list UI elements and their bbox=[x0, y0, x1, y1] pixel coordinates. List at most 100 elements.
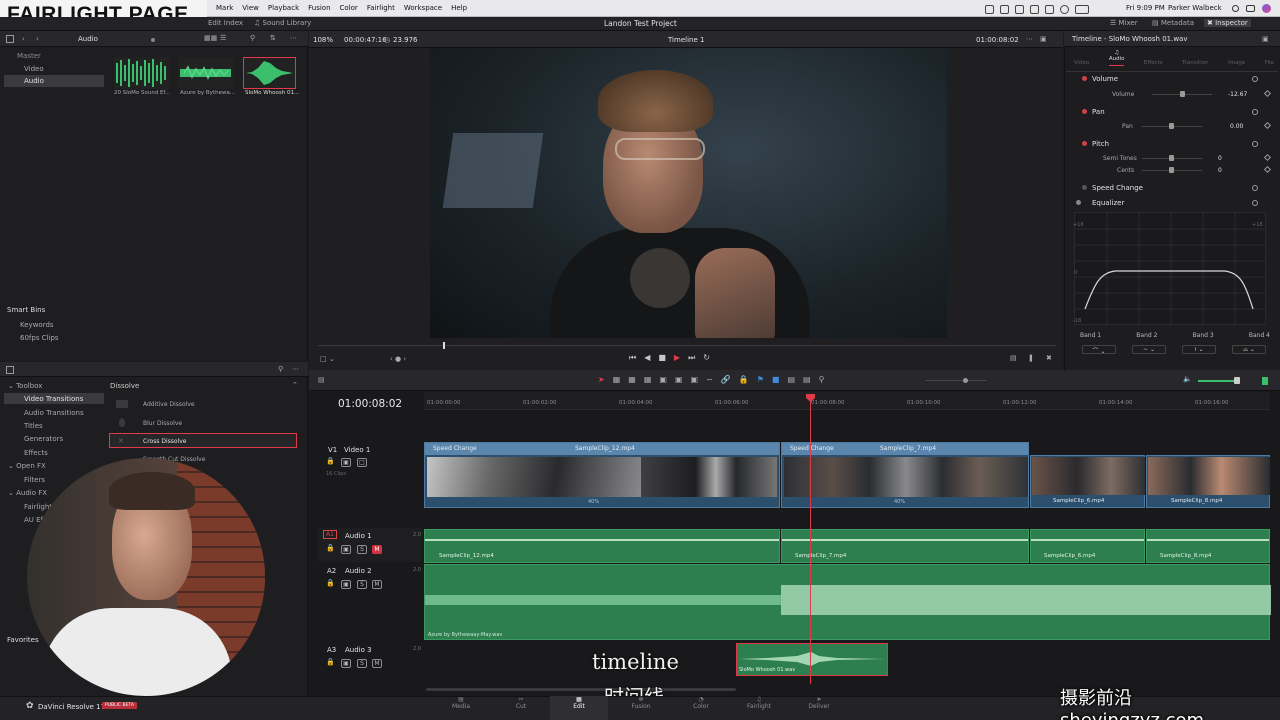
snapping-icon[interactable]: ∽ bbox=[706, 375, 713, 384]
timeline-zoom-knob[interactable] bbox=[963, 378, 968, 383]
menu-fairlight[interactable]: Fairlight bbox=[367, 0, 395, 17]
pan-section[interactable]: Pan Pan 0.00 bbox=[1066, 106, 1278, 134]
thumbnail-view-icon[interactable]: ▦▦ bbox=[204, 34, 217, 42]
equalizer-dot[interactable] bbox=[1076, 200, 1081, 205]
menu-mark[interactable]: Mark bbox=[216, 0, 233, 17]
media-clip-2[interactable] bbox=[178, 57, 233, 89]
tree-video-transitions[interactable]: Video Transitions bbox=[24, 395, 83, 403]
audio-clip-a3-selected[interactable]: SloMo Whoosh 01.wav bbox=[736, 643, 888, 676]
a1-track-name[interactable]: Audio 1 bbox=[345, 532, 372, 540]
viewer-video-frame[interactable] bbox=[430, 48, 947, 338]
a2-lock-icon[interactable]: 🔒 bbox=[326, 579, 335, 587]
pan-slider-knob[interactable] bbox=[1169, 123, 1174, 129]
viewer-scrub-head[interactable] bbox=[443, 342, 445, 349]
position-lock-icon[interactable]: 🔒 bbox=[739, 375, 749, 384]
video-clip-2[interactable]: Speed Change SampleClip_7.mp4 40% bbox=[781, 442, 1029, 508]
a3-solo-button[interactable]: S bbox=[357, 659, 367, 668]
v1-auto-select-button[interactable]: ▣ bbox=[341, 458, 351, 467]
a1-solo-button[interactable]: S bbox=[357, 545, 367, 554]
audio-clip-a1-4[interactable]: SampleClip_8.mp4 bbox=[1146, 529, 1270, 563]
menu-help[interactable]: Help bbox=[451, 0, 467, 17]
video-clip-1[interactable]: Speed Change SampleClip_12.mp4 40% bbox=[424, 442, 780, 508]
a3-mute-button[interactable]: M bbox=[372, 659, 382, 668]
eq-band-1[interactable]: Band 1 bbox=[1080, 332, 1101, 339]
play-reverse-icon[interactable]: ◀ bbox=[644, 353, 650, 363]
timeline-timecode[interactable]: 01:00:08:02 bbox=[338, 398, 402, 410]
a3-auto-select-button[interactable]: ▣ bbox=[341, 659, 351, 668]
selection-tool-icon[interactable]: ➤ bbox=[598, 375, 605, 384]
mark-out-icon[interactable]: ✖ bbox=[1046, 354, 1052, 362]
edit-index-button[interactable]: Edit Index bbox=[208, 19, 243, 27]
menu-fusion[interactable]: Fusion bbox=[308, 0, 330, 17]
tab-transition[interactable]: Transition bbox=[1182, 50, 1209, 66]
v1-track-name[interactable]: Video 1 bbox=[344, 446, 370, 454]
a1-track-id[interactable]: A1 bbox=[323, 530, 337, 539]
eq-band-3[interactable]: Band 3 bbox=[1193, 332, 1214, 339]
bin-audio-selected[interactable] bbox=[4, 75, 104, 87]
speed-change-section[interactable]: Speed Change bbox=[1066, 182, 1278, 194]
page-cut[interactable]: ✂ Cut bbox=[500, 696, 542, 720]
stop-icon[interactable]: ■ bbox=[658, 353, 666, 363]
master-bin[interactable]: Master bbox=[17, 52, 41, 60]
menu-color[interactable]: Color bbox=[340, 0, 358, 17]
status-icon-4[interactable] bbox=[1030, 5, 1039, 14]
tree-filters[interactable]: Filters bbox=[24, 476, 45, 484]
play-icon[interactable]: ▶ bbox=[674, 353, 680, 363]
custom-zoom-icon[interactable]: ⚲ bbox=[819, 375, 825, 384]
a3-lock-icon[interactable]: 🔒 bbox=[326, 658, 335, 666]
list-view-icon[interactable]: ☰ bbox=[220, 34, 226, 42]
metadata-button[interactable]: ▤ Metadata bbox=[1152, 19, 1194, 27]
v1-enable-button[interactable]: □ bbox=[357, 458, 367, 467]
viewer-zoom[interactable]: 108% bbox=[313, 36, 333, 44]
pitch-enable-dot[interactable] bbox=[1082, 141, 1087, 146]
a2-solo-button[interactable]: S bbox=[357, 580, 367, 589]
eq-band-2[interactable]: Band 2 bbox=[1136, 332, 1157, 339]
smart-bin-60fps[interactable]: 60fps Clips bbox=[20, 334, 59, 342]
audio-clip-a1-2[interactable]: SampleClip_7.mp4 bbox=[781, 529, 1029, 563]
tree-audio-transitions[interactable]: Audio Transitions bbox=[24, 409, 84, 417]
insert-clip-icon[interactable]: ▣ bbox=[659, 375, 667, 384]
flag-icon[interactable]: ⚑ bbox=[757, 375, 764, 384]
status-icon-5[interactable] bbox=[1045, 5, 1054, 14]
timeline-view-icon[interactable]: ▤ bbox=[318, 376, 325, 384]
effects-toolbox[interactable]: ⌄ Toolbox bbox=[8, 382, 42, 390]
status-icon-1[interactable] bbox=[985, 5, 994, 14]
cents-value[interactable]: 0 bbox=[1218, 167, 1222, 174]
blade-tool-icon[interactable]: ▦ bbox=[628, 375, 636, 384]
nav-forward-icon[interactable]: › bbox=[36, 35, 39, 43]
page-fairlight[interactable]: ♫ Fairlight bbox=[738, 696, 780, 720]
master-volume-slider[interactable] bbox=[1198, 380, 1238, 382]
menu-view[interactable]: View bbox=[242, 0, 259, 17]
semi-tones-keyframe-icon[interactable] bbox=[1263, 153, 1272, 162]
tree-titles[interactable]: Titles bbox=[24, 422, 43, 430]
bin-audio[interactable]: Audio bbox=[24, 77, 44, 85]
battery-icon[interactable] bbox=[1075, 5, 1089, 14]
menu-workspace[interactable]: Workspace bbox=[404, 0, 442, 17]
tab-audio[interactable]: ♫ Audio bbox=[1108, 50, 1125, 66]
spotlight-icon[interactable] bbox=[1232, 5, 1239, 12]
equalizer-section[interactable]: Equalizer bbox=[1066, 197, 1278, 209]
cents-slider-knob[interactable] bbox=[1169, 167, 1174, 173]
menu-user[interactable]: Parker Walbeck bbox=[1168, 0, 1222, 17]
effect-blur-dissolve[interactable]: Blur Dissolve bbox=[110, 416, 298, 430]
nav-back-icon[interactable]: ‹ bbox=[22, 35, 25, 43]
inspector-expand-icon[interactable]: ▣ bbox=[1262, 35, 1269, 43]
eq-graph[interactable] bbox=[1074, 212, 1267, 326]
band-1-filter-select[interactable]: ⌒ ⌄ bbox=[1082, 345, 1116, 355]
sound-library-button[interactable]: ♫ Sound Library bbox=[254, 19, 311, 27]
volume-enable-dot[interactable] bbox=[1082, 76, 1087, 81]
effect-additive-dissolve[interactable]: Additive Dissolve bbox=[110, 397, 298, 411]
effect-cross-dissolve[interactable]: ✕ Cross Dissolve bbox=[109, 433, 297, 448]
a1-auto-select-button[interactable]: ▣ bbox=[341, 545, 351, 554]
band-2-filter-select[interactable]: ∼ ⌄ bbox=[1132, 345, 1166, 354]
tab-image[interactable]: Image bbox=[1228, 50, 1245, 66]
speed-change-dot[interactable] bbox=[1082, 185, 1087, 190]
smart-bin-keywords[interactable]: Keywords bbox=[20, 321, 54, 329]
full-extent-zoom-icon[interactable]: ▤ bbox=[787, 375, 795, 384]
inspector-button[interactable]: ✖ Inspector bbox=[1204, 19, 1251, 27]
linked-selection-icon[interactable]: 🔗 bbox=[721, 375, 731, 384]
video-clip-4[interactable]: SampleClip_8.mp4 bbox=[1146, 455, 1270, 508]
search-icon[interactable]: ⚲ bbox=[250, 34, 255, 42]
a3-track-name[interactable]: Audio 3 bbox=[345, 646, 372, 654]
equalizer-reset-icon[interactable] bbox=[1252, 200, 1258, 206]
